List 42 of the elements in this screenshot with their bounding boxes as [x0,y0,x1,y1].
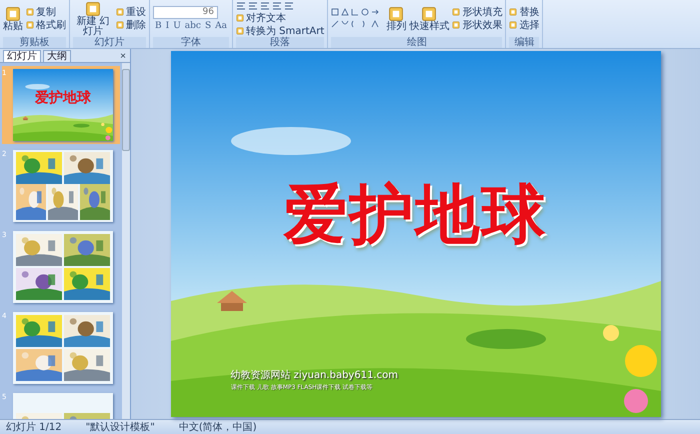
pane-tab[interactable]: 大纲 [43,50,71,62]
format-button[interactable]: Aa [213,21,229,31]
font-size-field[interactable]: 96 [153,6,218,19]
document-icon [388,6,404,22]
ribbon-button[interactable]: 形状效果 [452,20,502,30]
template-name: "默认设计模板" [86,420,155,434]
ribbon-button[interactable]: 对齐文本 [236,12,324,24]
ribbon-button[interactable]: 转换为 SmartArt [236,26,324,36]
slide-footer: 幼教资源网站 ziyuan.baby611.com [230,368,398,382]
ribbon-button[interactable]: 排列 [386,6,406,32]
ribbon-button[interactable]: 删除 [116,20,146,30]
group-label: 编辑 [509,37,540,48]
ribbon-button[interactable]: 形状填充 [452,6,502,18]
ribbon-button[interactable]: 粘贴 [3,6,23,32]
language: 中文(简体，中国) [178,420,257,434]
format-button[interactable]: B [153,21,164,31]
group-label: 剪贴板 [3,37,66,48]
document-icon [85,0,101,16]
ribbon-button[interactable]: 替换 [509,6,540,18]
ribbon-button[interactable]: 复制 [26,6,66,18]
format-button[interactable]: I [164,21,172,31]
format-button[interactable]: abc [182,21,203,31]
format-button[interactable]: S [202,21,214,31]
thumbnail-title: 爱护地球 [34,89,92,107]
ribbon-button[interactable]: 重设 [116,6,146,18]
slide-title: 爱护地球 [284,177,548,254]
group-label: 幻灯片 [73,37,146,48]
format-button[interactable]: U [171,21,183,31]
group-label: 段落 [236,37,324,48]
group-label: 字体 [153,37,229,48]
close-button[interactable]: × [116,51,130,62]
scrollbar[interactable] [122,63,130,419]
group-label: 绘图 [331,37,502,48]
pane-tab[interactable]: 幻灯片 [3,50,41,62]
ribbon-button[interactable]: 格式刷 [26,20,66,30]
ribbon-button[interactable]: 选择 [509,20,540,30]
slide-count: 幻灯片 1/12 [6,420,62,434]
alignment-icons [236,0,296,10]
ribbon-button[interactable]: 快速样式 [409,6,450,32]
document-icon [5,6,21,22]
document-icon [421,6,438,22]
ribbon-button[interactable]: 新建 幻灯片 [73,0,113,36]
